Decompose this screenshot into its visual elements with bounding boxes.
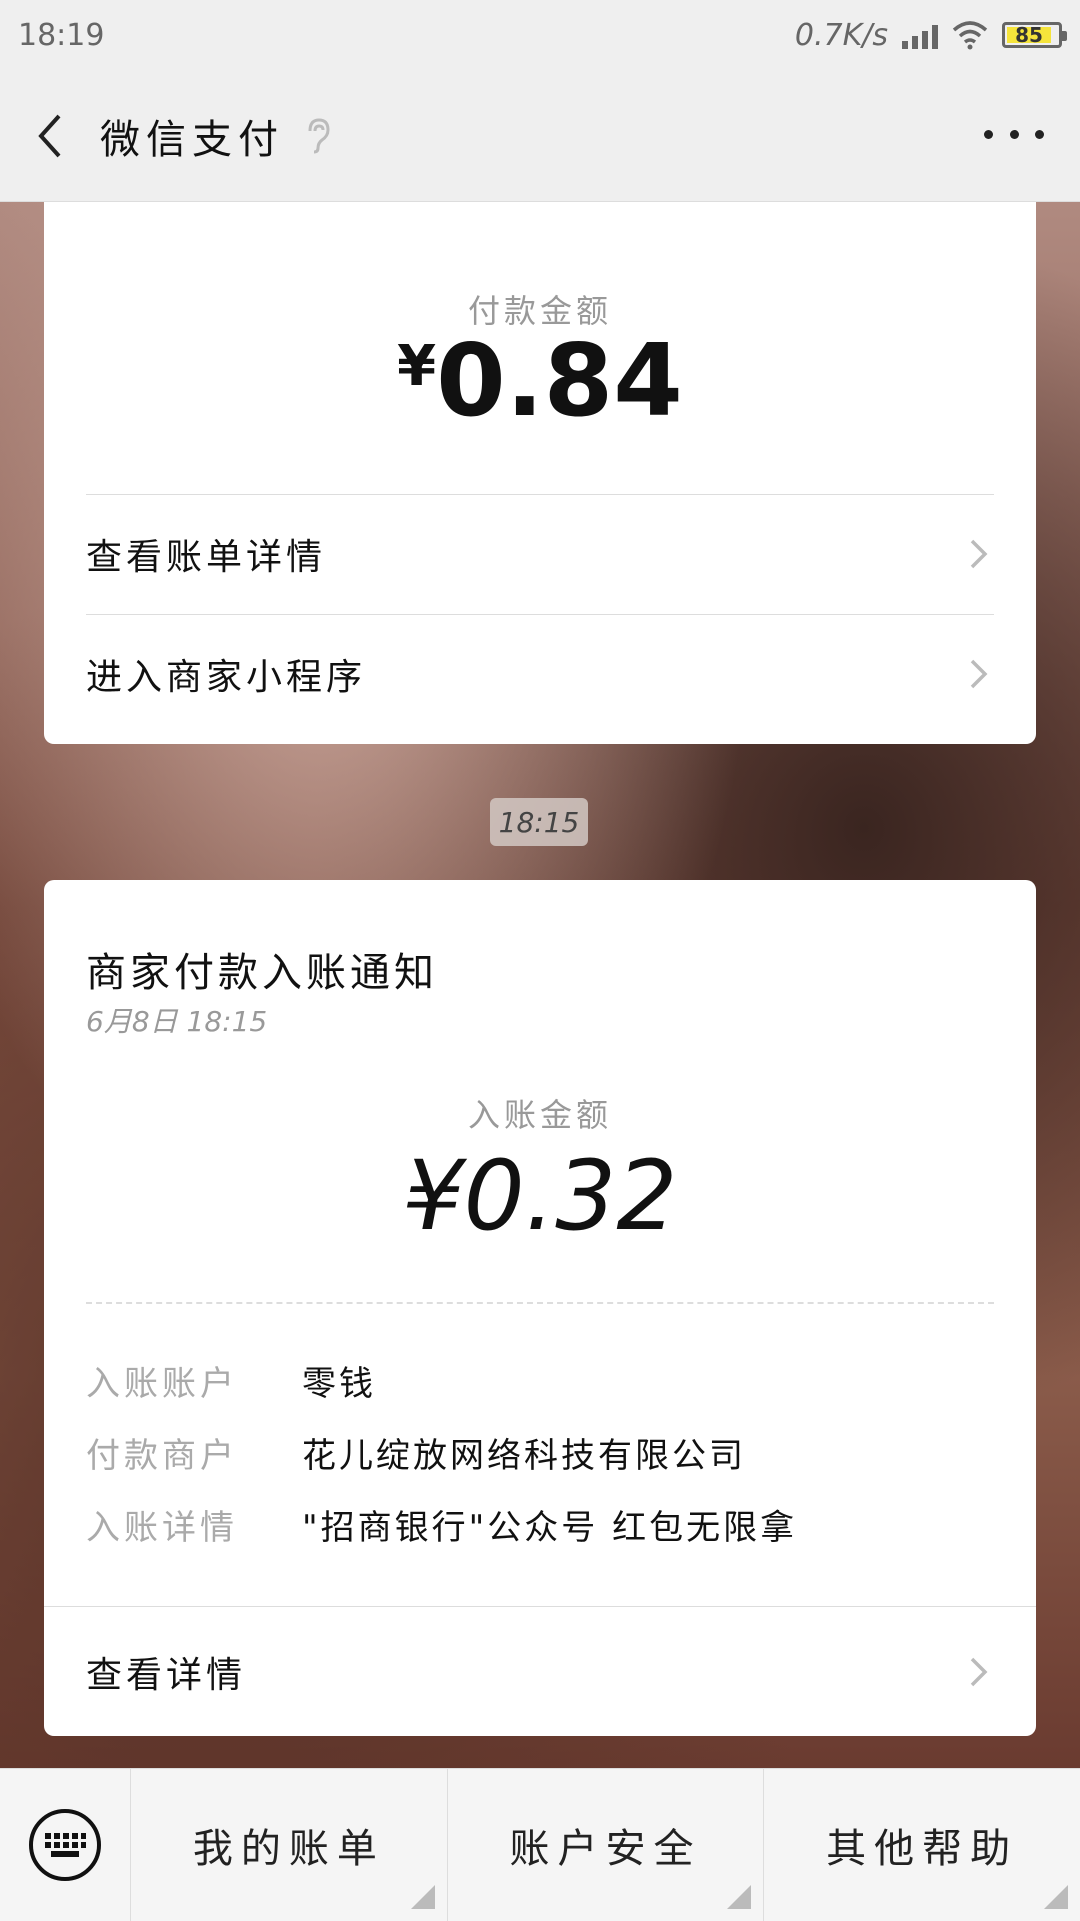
keyboard-toggle-button[interactable] xyxy=(0,1769,130,1921)
divider xyxy=(86,1302,994,1304)
income-amount-label: 入账金额 xyxy=(467,1096,612,1134)
ear-icon[interactable] xyxy=(304,117,332,155)
status-time: 18:19 xyxy=(18,17,105,53)
nav-header: 微信支付 xyxy=(0,70,1080,202)
submenu-indicator-icon xyxy=(410,1885,435,1909)
detail-row: 入账详情 "招商银行"公众号 红包无限拿 xyxy=(86,1494,994,1554)
detail-key: 入账详情 xyxy=(86,1507,238,1548)
notice-date: 6月8日 18:15 xyxy=(86,1005,268,1038)
signal-icon xyxy=(902,21,938,49)
status-icons: 0.7K/s 85 xyxy=(794,17,1067,53)
back-arrow-icon xyxy=(38,114,61,157)
menu-my-bills[interactable]: 我的账单 xyxy=(130,1769,447,1921)
detail-value: 花儿绽放网络科技有限公司 xyxy=(302,1435,746,1476)
more-options-button[interactable] xyxy=(984,114,1044,154)
enter-mini-program-row[interactable]: 进入商家小程序 xyxy=(86,614,994,733)
chevron-right-icon xyxy=(964,659,994,689)
detail-value: 零钱 xyxy=(302,1363,376,1404)
status-bar: 18:19 0.7K/s 85 xyxy=(0,0,1080,70)
enter-mini-program-label: 进入商家小程序 xyxy=(86,657,367,698)
payment-amount-value: 0.84 xyxy=(436,322,683,439)
submenu-indicator-icon xyxy=(727,1885,752,1909)
menu-my-bills-label: 我的账单 xyxy=(192,1826,385,1872)
menu-account-security[interactable]: 账户安全 xyxy=(446,1769,764,1921)
menu-account-security-label: 账户安全 xyxy=(509,1826,702,1872)
chevron-right-icon xyxy=(964,1657,994,1687)
view-bill-details-row[interactable]: 查看账单详情 xyxy=(86,494,994,613)
income-amount: ¥0.32 xyxy=(402,1140,678,1252)
view-bill-details-label: 查看账单详情 xyxy=(86,537,327,578)
notice-title: 商家付款入账通知 xyxy=(86,950,438,996)
battery-level: 85 xyxy=(1007,23,1051,47)
menu-other-help[interactable]: 其他帮助 xyxy=(763,1769,1080,1921)
detail-row: 入账账户 零钱 xyxy=(86,1350,994,1410)
message-timestamp: 18:15 xyxy=(490,798,588,846)
detail-value: "招商银行"公众号 红包无限拿 xyxy=(302,1507,798,1548)
detail-key: 付款商户 xyxy=(86,1435,238,1476)
battery-icon: 85 xyxy=(1002,22,1067,48)
detail-row: 付款商户 花儿绽放网络科技有限公司 xyxy=(86,1422,994,1482)
currency-symbol: ¥ xyxy=(397,334,437,399)
view-details-row[interactable]: 查看详情 xyxy=(44,1606,1036,1737)
network-speed: 0.7K/s xyxy=(794,17,888,53)
chevron-right-icon xyxy=(964,539,994,569)
payment-amount: ¥0.84 xyxy=(44,322,1036,439)
payment-card: 付款金额 ¥0.84 查看账单详情 进入商家小程序 xyxy=(44,202,1036,744)
income-notice-card[interactable]: 商家付款入账通知 6月8日 18:15 入账金额 ¥0.32 入账账户 零钱 付… xyxy=(44,880,1036,1736)
keyboard-icon xyxy=(29,1809,101,1881)
view-details-label: 查看详情 xyxy=(86,1655,247,1696)
page-title: 微信支付 xyxy=(100,116,284,163)
detail-key: 入账账户 xyxy=(86,1363,238,1404)
back-button[interactable] xyxy=(0,70,100,202)
menu-other-help-label: 其他帮助 xyxy=(826,1826,1019,1872)
submenu-indicator-icon xyxy=(1044,1885,1069,1909)
wifi-icon xyxy=(952,21,988,50)
bottom-menu-bar: 我的账单 账户安全 其他帮助 xyxy=(0,1768,1080,1921)
